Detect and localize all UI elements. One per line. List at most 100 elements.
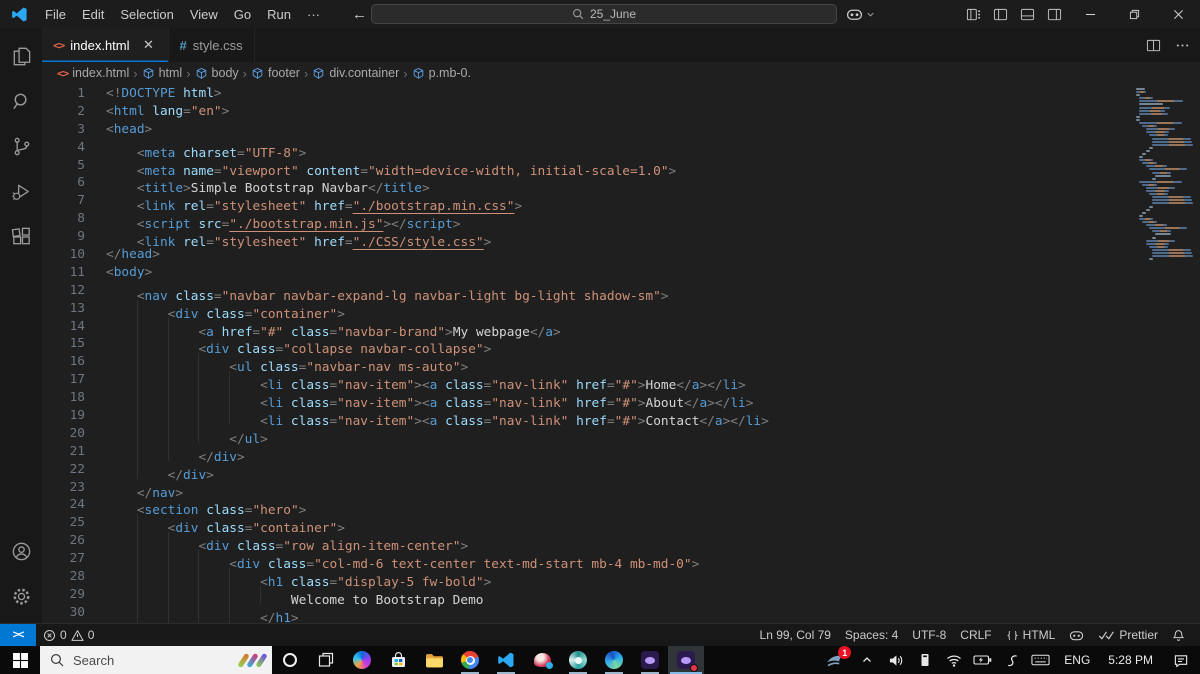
line-number[interactable]: 25: [42, 514, 85, 532]
menu-selection[interactable]: Selection: [112, 0, 181, 28]
line-number[interactable]: 5: [42, 157, 85, 175]
line-number[interactable]: 24: [42, 496, 85, 514]
app-pink-button[interactable]: [524, 646, 560, 674]
line-number[interactable]: 15: [42, 335, 85, 353]
code-line[interactable]: 7 <link rel="stylesheet" href="./bootstra…: [42, 192, 1134, 214]
code-line[interactable]: 12 <nav class="navbar navbar-expand-lg na…: [42, 282, 1134, 304]
action-center-button[interactable]: [1162, 646, 1200, 674]
cursor-position[interactable]: Ln 99, Col 79: [753, 624, 838, 646]
start-button[interactable]: [0, 646, 40, 674]
code-line[interactable]: 21 </div>: [42, 443, 1134, 465]
copilot-status[interactable]: [1062, 624, 1091, 646]
code-line[interactable]: 26 <div class="row align-item-center">: [42, 532, 1134, 554]
explorer-icon[interactable]: [0, 34, 42, 79]
menu-go[interactable]: Go: [226, 0, 259, 28]
source-control-icon[interactable]: [0, 124, 42, 169]
formatter-status[interactable]: Prettier: [1091, 624, 1165, 646]
breadcrumb-item-footer[interactable]: footer: [251, 66, 300, 80]
copilot-menu[interactable]: [846, 0, 875, 28]
code-line[interactable]: 2 <html lang="en">: [42, 103, 1134, 121]
code-line[interactable]: 1 <!DOCTYPE html>: [42, 85, 1134, 103]
toggle-panel-icon[interactable]: [1014, 0, 1041, 28]
code-line[interactable]: 27 <div class="col-md-6 text-center text-…: [42, 550, 1134, 572]
code-line[interactable]: 25 <div class="container">: [42, 514, 1134, 536]
close-tab-icon[interactable]: ✕: [141, 37, 157, 53]
eol-sequence[interactable]: CRLF: [953, 624, 998, 646]
code-line-partial[interactable]: 31 <p class="lead">: [42, 622, 1134, 624]
code-line[interactable]: 29 Welcome to Bootstrap Demo: [42, 586, 1134, 608]
menu-edit[interactable]: Edit: [74, 0, 112, 28]
code-line[interactable]: 11 <body>: [42, 264, 1134, 282]
copilot-taskbar-button[interactable]: [344, 646, 380, 674]
code-line[interactable]: 14 <a href="#" class="navbar-brand">My we…: [42, 318, 1134, 340]
run-debug-icon[interactable]: [0, 169, 42, 214]
line-number[interactable]: 23: [42, 479, 85, 497]
language-mode[interactable]: HTML: [999, 624, 1063, 646]
problems-status[interactable]: 0 0: [36, 624, 101, 646]
split-editor-icon[interactable]: [1146, 38, 1161, 53]
microsoft-store-button[interactable]: [380, 646, 416, 674]
task-view-button[interactable]: [308, 646, 344, 674]
line-number[interactable]: 31: [42, 622, 85, 624]
code-line[interactable]: 9 <link rel="stylesheet" href="./CSS/styl…: [42, 228, 1134, 250]
line-number[interactable]: 9: [42, 228, 85, 246]
menu-run[interactable]: Run: [259, 0, 299, 28]
code-line[interactable]: 19 <li class="nav-item"><a class="nav-lin…: [42, 407, 1134, 429]
command-center-search[interactable]: 25_June: [371, 4, 837, 24]
touch-keyboard-button[interactable]: [1026, 646, 1055, 674]
line-number[interactable]: 3: [42, 121, 85, 139]
toggle-primary-sidebar-icon[interactable]: [987, 0, 1014, 28]
breadcrumb-item-html[interactable]: html: [142, 66, 182, 80]
line-number[interactable]: 1: [42, 85, 85, 103]
tab-index-html[interactable]: <> index.html ✕: [42, 28, 169, 62]
code-line[interactable]: 30 </h1>: [42, 604, 1134, 623]
code-line[interactable]: 15 <div class="collapse navbar-collapse">: [42, 335, 1134, 357]
line-number[interactable]: 19: [42, 407, 85, 425]
line-number[interactable]: 30: [42, 604, 85, 622]
line-number[interactable]: 12: [42, 282, 85, 300]
line-number[interactable]: 13: [42, 300, 85, 318]
line-number[interactable]: 14: [42, 318, 85, 336]
wifi-button[interactable]: [939, 646, 968, 674]
code-line[interactable]: 3 <head>: [42, 121, 1134, 139]
battery-button[interactable]: [968, 646, 997, 674]
code-area[interactable]: 1 <!DOCTYPE html> 2 <html lang="en"> 3 <head>…: [42, 84, 1134, 623]
toggle-secondary-sidebar-icon[interactable]: [1041, 0, 1068, 28]
line-number[interactable]: 2: [42, 103, 85, 121]
language-indicator[interactable]: ENG: [1055, 646, 1099, 674]
line-number[interactable]: 29: [42, 586, 85, 604]
search-sidebar-icon[interactable]: [0, 79, 42, 124]
close-button[interactable]: [1156, 0, 1200, 28]
volume-button[interactable]: [881, 646, 910, 674]
line-number[interactable]: 21: [42, 443, 85, 461]
minimize-button[interactable]: [1068, 0, 1112, 28]
code-line[interactable]: 17 <li class="nav-item"><a class="nav-lin…: [42, 371, 1134, 393]
remote-indicator[interactable]: ><: [0, 624, 36, 646]
code-line[interactable]: 24 <section class="hero">: [42, 496, 1134, 518]
code-line[interactable]: 8 <script src="./bootstrap.min.js"></scri…: [42, 210, 1134, 232]
line-number[interactable]: 20: [42, 425, 85, 443]
app-purple-active-button[interactable]: [668, 646, 704, 674]
pen-button[interactable]: [997, 646, 1026, 674]
line-number[interactable]: 8: [42, 210, 85, 228]
file-explorer-button[interactable]: [416, 646, 452, 674]
tray-app-button[interactable]: 1: [818, 646, 852, 674]
menu-file[interactable]: File: [37, 0, 74, 28]
hidden-icons-button[interactable]: [852, 646, 881, 674]
menu-more[interactable]: ···: [299, 0, 328, 28]
minimap[interactable]: [1134, 84, 1200, 623]
line-number[interactable]: 4: [42, 139, 85, 157]
tab-style-css[interactable]: # style.css: [168, 28, 255, 62]
more-actions-icon[interactable]: [1175, 38, 1190, 53]
breadcrumb-item-body[interactable]: body: [195, 66, 239, 80]
chrome-button[interactable]: [452, 646, 488, 674]
encoding[interactable]: UTF-8: [905, 624, 953, 646]
code-line[interactable]: 22 </div>: [42, 461, 1134, 483]
cortana-button[interactable]: [272, 646, 308, 674]
line-number[interactable]: 28: [42, 568, 85, 586]
line-number[interactable]: 17: [42, 371, 85, 389]
line-number[interactable]: 22: [42, 461, 85, 479]
app-purple-button[interactable]: [632, 646, 668, 674]
code-line[interactable]: 18 <li class="nav-item"><a class="nav-lin…: [42, 389, 1134, 411]
code-line[interactable]: 16 <ul class="navbar-nav ms-auto">: [42, 353, 1134, 375]
